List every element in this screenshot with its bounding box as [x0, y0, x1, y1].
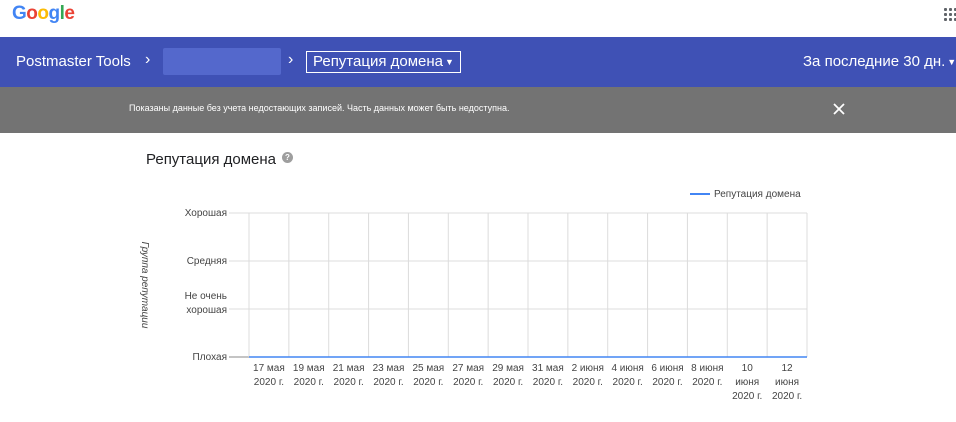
- x-tick-label: 12 июня 2020 г.: [772, 363, 802, 402]
- x-tick-label: 29 мая 2020 г.: [492, 363, 524, 388]
- x-tick-label: 23 мая 2020 г.: [373, 363, 405, 388]
- x-tick-label: 6 июня 2020 г.: [651, 363, 683, 388]
- y-tick-label: Хорошая: [185, 208, 227, 219]
- x-tick-label: 4 июня 2020 г.: [611, 363, 643, 388]
- x-tick-label: 25 мая 2020 г.: [412, 363, 444, 388]
- x-tick-label: 2 июня 2020 г.: [572, 363, 604, 388]
- y-axis-title: Группа репутации: [139, 242, 150, 329]
- y-tick-label: Средняя: [187, 256, 227, 267]
- y-tick-label: Не очень хорошая: [185, 291, 227, 316]
- x-tick-label: 8 июня 2020 г.: [691, 363, 723, 388]
- x-tick-label: 27 мая 2020 г.: [452, 363, 484, 388]
- x-tick-label: 31 мая 2020 г.: [532, 363, 564, 388]
- x-tick-label: 19 мая 2020 г.: [293, 363, 325, 388]
- x-tick-label: 21 мая 2020 г.: [333, 363, 365, 388]
- y-tick-label: Плохая: [193, 352, 227, 363]
- x-tick-label: 10 июня 2020 г.: [732, 363, 762, 402]
- reputation-chart: Плохая Не очень хорошая Средняя Хорошая Групп…: [139, 189, 808, 402]
- legend-label: Репутация домена: [714, 189, 801, 200]
- x-tick-label: 17 мая 2020 г.: [253, 363, 285, 388]
